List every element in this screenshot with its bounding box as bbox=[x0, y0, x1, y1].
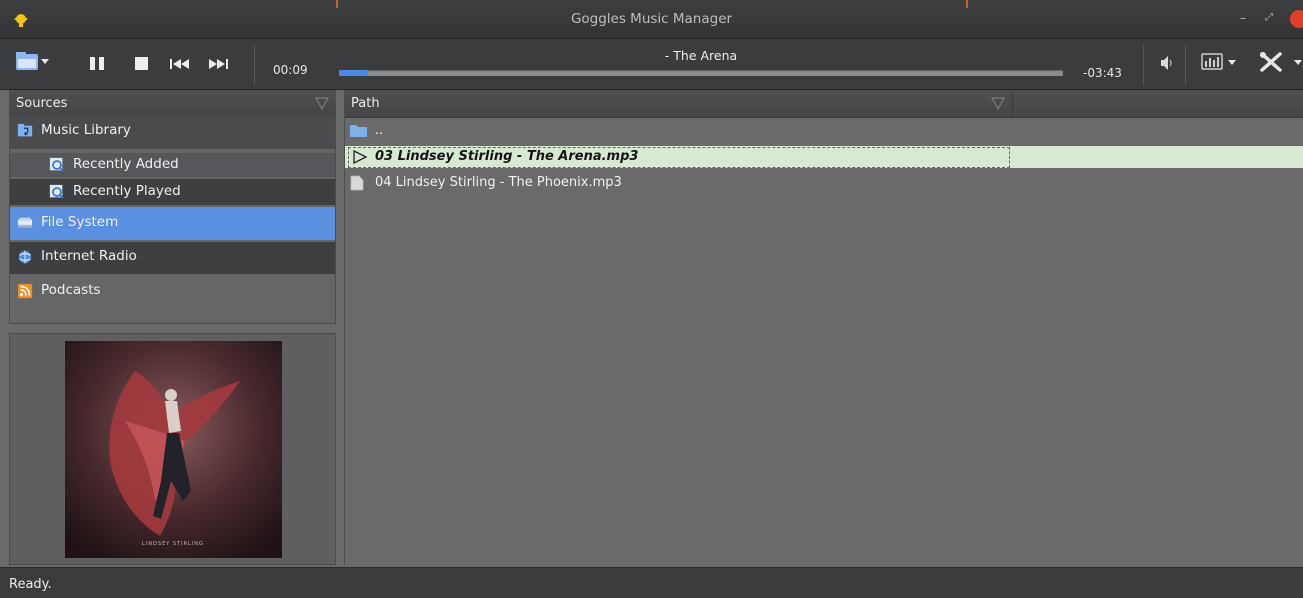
album-art-panel: LINDSEY STIRLING bbox=[9, 333, 336, 565]
sources-header[interactable]: Sources bbox=[10, 91, 335, 118]
sources-panel: Sources Music Library Recently Added Recen… bbox=[9, 90, 336, 324]
source-item-podcasts[interactable]: Podcasts bbox=[10, 277, 335, 309]
title-marker bbox=[336, 0, 338, 8]
source-item-file-system[interactable]: File System bbox=[10, 207, 335, 240]
source-item-label: Recently Played bbox=[73, 183, 181, 199]
source-item-music-library[interactable]: Music Library bbox=[10, 117, 335, 149]
pause-icon bbox=[90, 57, 104, 70]
file-system-icon bbox=[17, 217, 33, 228]
minimize-button[interactable]: – bbox=[1236, 11, 1250, 25]
parent-folder-row[interactable]: .. bbox=[345, 120, 1303, 142]
parent-folder-label: .. bbox=[375, 123, 384, 138]
source-item-internet-radio[interactable]: Internet Radio bbox=[10, 242, 335, 274]
source-item-label: Recently Added bbox=[73, 156, 179, 172]
podcasts-icon bbox=[17, 283, 33, 299]
source-item-label: Music Library bbox=[41, 122, 131, 138]
volume-button[interactable] bbox=[1160, 55, 1174, 75]
preferences-icon bbox=[1260, 52, 1302, 72]
open-menu-icon bbox=[16, 52, 49, 70]
file-row-playing[interactable]: 03 Lindsey Stirling - The Arena.mp3 bbox=[345, 146, 1303, 168]
title-bar: Goggles Music Manager – ⤢ bbox=[0, 0, 1303, 39]
close-button[interactable] bbox=[1290, 10, 1303, 28]
previous-track-button[interactable] bbox=[170, 58, 190, 74]
pause-button[interactable] bbox=[89, 56, 105, 75]
toolbar: 00:09 - The Arena -03:43 bbox=[0, 39, 1303, 90]
column-header-path-label: Path bbox=[351, 96, 380, 111]
music-library-icon bbox=[17, 123, 33, 137]
sort-filter-icon[interactable] bbox=[315, 97, 329, 110]
time-remaining: -03:43 bbox=[1083, 66, 1122, 80]
svg-text:LINDSEY STIRLING: LINDSEY STIRLING bbox=[142, 541, 204, 547]
now-playing-title: - The Arena bbox=[664, 48, 738, 63]
toolbar-separator bbox=[1185, 45, 1186, 85]
file-row[interactable]: 04 Lindsey Stirling - The Phoenix.mp3 bbox=[345, 172, 1303, 194]
source-item-label: File System bbox=[41, 214, 119, 230]
now-playing-icon bbox=[353, 150, 367, 164]
file-name: 04 Lindsey Stirling - The Phoenix.mp3 bbox=[375, 175, 622, 190]
file-list: Path .. 03 Lindsey Stirling - The Arena.… bbox=[344, 90, 1303, 565]
folder-icon bbox=[350, 125, 367, 137]
next-track-button[interactable] bbox=[208, 58, 228, 74]
open-menu-button[interactable] bbox=[14, 50, 50, 76]
progress-fill bbox=[339, 70, 368, 76]
internet-radio-icon bbox=[18, 250, 32, 264]
preferences-button[interactable] bbox=[1258, 50, 1303, 78]
next-track-icon bbox=[209, 59, 228, 69]
stop-button[interactable] bbox=[135, 57, 149, 74]
status-text: Ready. bbox=[9, 577, 52, 592]
album-cover-image: LINDSEY STIRLING bbox=[65, 341, 282, 558]
equalizer-icon bbox=[1201, 53, 1236, 70]
source-item-label: Podcasts bbox=[41, 282, 101, 298]
window-title: Goggles Music Manager bbox=[570, 11, 733, 27]
sort-filter-icon[interactable] bbox=[991, 97, 1005, 110]
maximize-button[interactable]: ⤢ bbox=[1262, 11, 1276, 25]
column-header-path[interactable]: Path bbox=[345, 91, 1013, 117]
source-item-label: Internet Radio bbox=[41, 248, 137, 264]
source-item-recently-played[interactable]: Recently Played bbox=[10, 179, 335, 205]
time-elapsed: 00:09 bbox=[273, 63, 308, 77]
recently-added-icon bbox=[49, 157, 64, 172]
toolbar-separator bbox=[254, 45, 255, 85]
file-list-header: Path bbox=[345, 91, 1303, 118]
recently-played-icon bbox=[49, 184, 64, 199]
source-item-recently-added[interactable]: Recently Added bbox=[10, 153, 335, 177]
volume-icon bbox=[1161, 56, 1172, 70]
status-bar: Ready. bbox=[0, 567, 1303, 598]
toolbar-separator bbox=[1143, 45, 1144, 85]
file-name: 03 Lindsey Stirling - The Arena.mp3 bbox=[375, 149, 639, 164]
title-marker bbox=[966, 0, 968, 8]
equalizer-button[interactable] bbox=[1200, 52, 1244, 76]
progress-slider[interactable] bbox=[339, 70, 1063, 76]
sources-header-label: Sources bbox=[16, 96, 68, 111]
stop-icon bbox=[135, 57, 148, 70]
audio-file-icon bbox=[350, 175, 364, 191]
previous-track-icon bbox=[170, 59, 189, 69]
